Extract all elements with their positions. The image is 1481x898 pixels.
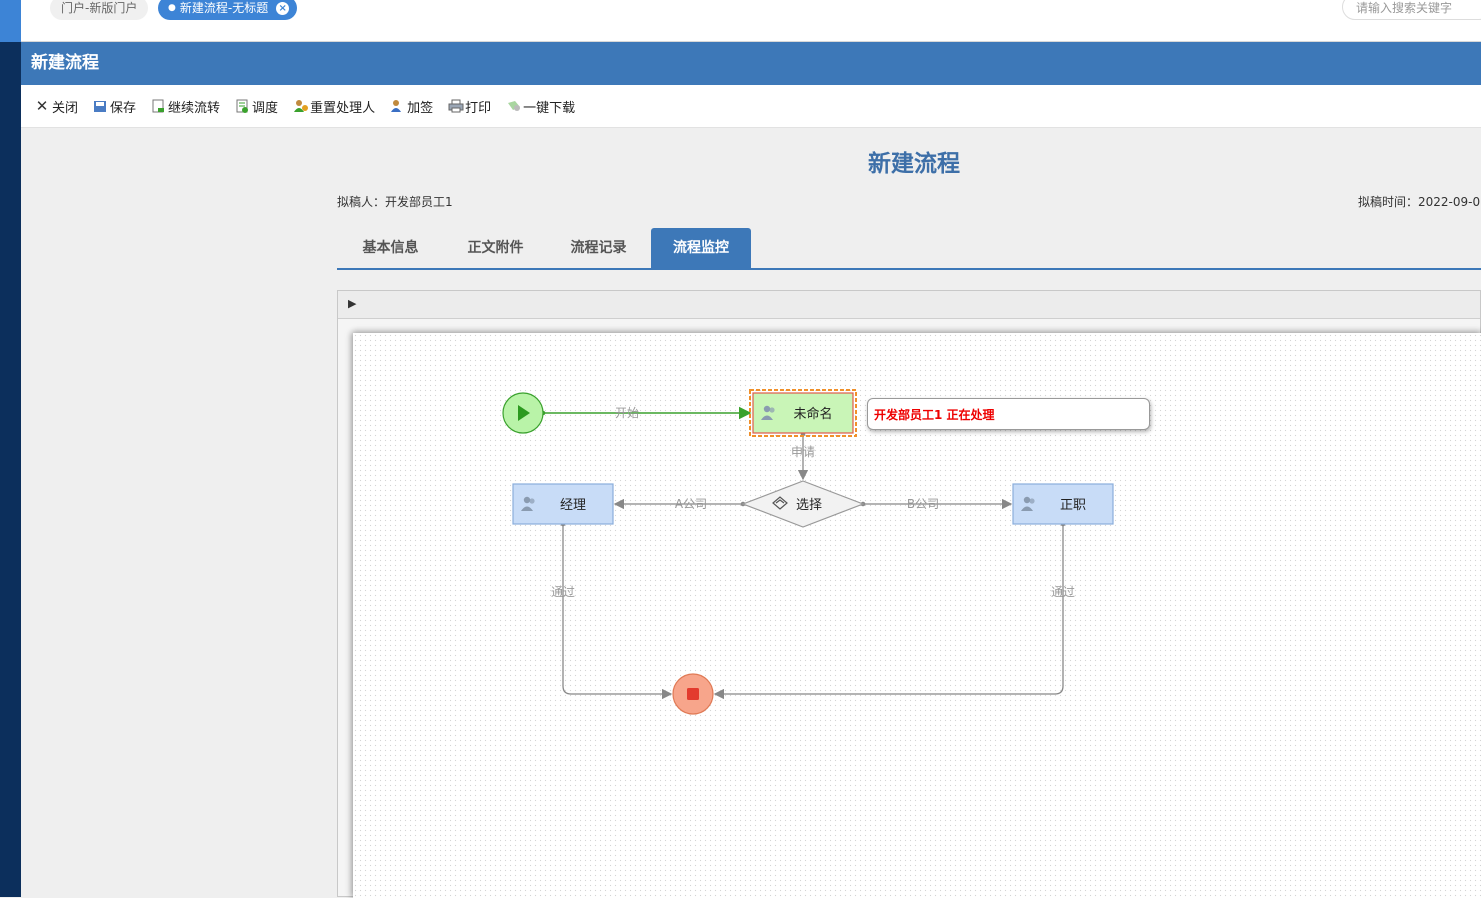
draft-time-label: 拟稿时间：2022-09-07 <box>1358 195 1481 209</box>
add-sign-label: 加签 <box>407 100 434 116</box>
page-title: 新建流程 <box>21 42 1481 85</box>
save-button[interactable]: 保存 <box>93 85 136 128</box>
dispatch-label: 调度 <box>252 100 279 116</box>
tab-portal[interactable]: 门户-新版门户 <box>50 0 149 20</box>
tab-basic-info[interactable]: 基本信息 <box>337 228 444 268</box>
active-dot-icon: ● <box>168 3 176 13</box>
drafter-label: 拟稿人：开发部员工1 <box>337 195 453 209</box>
printer-icon <box>448 99 464 113</box>
reset-handler-label: 重置处理人 <box>310 100 376 116</box>
left-rail <box>0 0 21 897</box>
dispatch-icon <box>235 99 249 113</box>
flow-monitor-panel: ▶ <box>337 290 1481 898</box>
save-label: 保存 <box>110 100 137 116</box>
continue-button[interactable]: 继续流转 <box>151 85 220 128</box>
play-icon[interactable]: ▶ <box>348 297 356 310</box>
add-sign-button[interactable]: 加签 <box>390 85 433 128</box>
continue-label: 继续流转 <box>168 100 221 116</box>
download-label: 一键下载 <box>523 100 576 116</box>
processing-status-tooltip: 开发部员工1 正在处理 <box>867 398 1150 430</box>
form-tabs: 基本信息 正文附件 流程记录 流程监控 <box>337 228 1481 270</box>
download-button[interactable]: 一键下载 <box>506 85 575 128</box>
document-title: 新建流程 <box>868 151 960 177</box>
reset-handler-button[interactable]: 重置处理人 <box>293 85 375 128</box>
dispatch-button[interactable]: 调度 <box>235 85 278 128</box>
print-label: 打印 <box>465 100 492 116</box>
panel-header: ▶ <box>338 291 1480 319</box>
save-icon <box>93 99 107 113</box>
tab-close-icon[interactable]: × <box>276 1 290 15</box>
user-add-icon <box>390 99 404 113</box>
close-label: 关闭 <box>52 100 79 116</box>
tab-new-flow[interactable]: ● 新建流程-无标题 × <box>158 0 298 20</box>
tab-new-flow-label: 新建流程-无标题 <box>179 1 269 15</box>
tab-flow-monitor[interactable]: 流程监控 <box>651 228 751 268</box>
toolbar: ✕ 关闭 保存 继续流转 调度 重置处理人 加签 打印 一键下载 <box>21 85 1481 128</box>
tab-attachments[interactable]: 正文附件 <box>444 228 547 268</box>
search-input[interactable]: 请输入搜索关键字 <box>1342 0 1481 20</box>
left-rail-top <box>0 0 21 42</box>
download-icon <box>506 99 521 113</box>
close-button[interactable]: ✕ 关闭 <box>35 85 78 128</box>
users-reset-icon <box>293 99 309 113</box>
tab-bar: 门户-新版门户 ● 新建流程-无标题 × 请输入搜索关键字 <box>21 0 1481 42</box>
print-button[interactable]: 打印 <box>448 85 491 128</box>
tab-flow-record[interactable]: 流程记录 <box>547 228 650 268</box>
close-icon: ✕ <box>35 97 49 115</box>
continue-icon <box>151 99 165 113</box>
